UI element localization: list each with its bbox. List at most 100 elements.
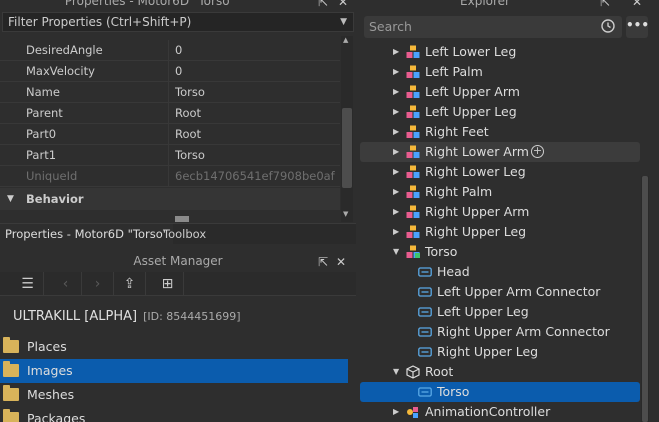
scrollbar-thumb[interactable] [342, 108, 352, 188]
asset-folder-images[interactable]: Images [0, 359, 348, 383]
tree-row-left-lower-leg[interactable]: ▶ Left Lower Leg [360, 42, 640, 62]
tree-row-right-lower-arm[interactable]: ▶ Right Lower Arm + [360, 142, 640, 162]
expand-arrow-icon[interactable]: ▶ [393, 222, 399, 242]
expand-arrow-icon[interactable]: ▶ [393, 402, 399, 422]
tree-row-left-upper-arm-connector[interactable]: Left Upper Arm Connector [360, 282, 640, 302]
properties-panel-title: Properties - Motor6D "Torso" [64, 0, 236, 8]
tree-row-right-feet[interactable]: ▶ Right Feet [360, 122, 640, 142]
part-joint-icon [406, 245, 420, 259]
tree-row-left-upper-arm[interactable]: ▶ Left Upper Arm [360, 82, 640, 102]
tree-row-right-lower-leg[interactable]: ▶ Right Lower Leg [360, 162, 640, 182]
tree-row-label: Left Upper Leg [425, 104, 517, 119]
explorer-scrollbar[interactable] [641, 176, 649, 422]
tree-row-label: Right Lower Arm [425, 144, 529, 159]
forward-icon[interactable]: › [82, 272, 114, 296]
checkbox-partial[interactable] [175, 216, 189, 222]
property-row[interactable]: DesiredAngle 0 [0, 40, 340, 61]
close-icon[interactable]: ✕ [338, 0, 348, 8]
property-row[interactable]: MaxVelocity 0 [0, 61, 340, 82]
tree-row-animationcontroller[interactable]: ▶ AnimationController [360, 402, 640, 422]
property-row[interactable]: UniqueId 6ecb14706541ef7908be0af80... [0, 166, 340, 187]
expand-arrow-icon[interactable]: ▶ [393, 202, 399, 222]
asset-folder-meshes[interactable]: Meshes [0, 383, 348, 407]
undock-icon[interactable]: ⇱ [600, 0, 610, 8]
tree-row-left-palm[interactable]: ▶ Left Palm [360, 62, 640, 82]
tree-row-label: Right Palm [425, 184, 493, 199]
expand-arrow-icon[interactable]: ▶ [393, 142, 399, 162]
collapse-arrow-icon[interactable]: ▼ [393, 242, 399, 262]
close-icon[interactable]: ✕ [336, 256, 346, 268]
property-value[interactable]: Torso [175, 82, 335, 102]
expand-arrow-icon[interactable]: ▶ [393, 122, 399, 142]
game-id: [ID: 8544451699] [143, 310, 241, 323]
collapse-arrow-icon[interactable]: ▼ [7, 188, 14, 210]
panel-tabs: Properties - Motor6D "Torso" Toolbox [0, 223, 356, 245]
tree-row-torso[interactable]: ▼ Torso [360, 242, 640, 262]
behavior-section-header[interactable]: ▼ Behavior [0, 188, 340, 210]
folder-icon [3, 337, 19, 353]
scroll-up-icon[interactable]: ▲ [343, 36, 348, 44]
column-divider [168, 103, 169, 124]
folder-icon [3, 385, 19, 401]
upload-icon[interactable]: ⇪ [114, 272, 146, 296]
explorer-search-input[interactable]: Search [364, 16, 622, 38]
tree-row-right-upper-arm[interactable]: ▶ Right Upper Arm [360, 202, 640, 222]
motor6d-icon [418, 345, 432, 359]
add-object-icon[interactable]: + [531, 145, 544, 158]
chevron-down-icon[interactable]: ▼ [340, 13, 347, 31]
tree-row-right-upper-leg[interactable]: ▶ Right Upper Leg [360, 222, 640, 242]
expand-arrow-icon[interactable]: ▶ [393, 162, 399, 182]
property-name: DesiredAngle [26, 43, 103, 57]
tree-row-label: Root [425, 364, 454, 379]
expand-arrow-icon[interactable]: ▶ [393, 82, 399, 102]
asset-folder-places[interactable]: Places [0, 335, 348, 359]
tree-row-head[interactable]: Head [360, 262, 640, 282]
part-icon [406, 45, 420, 59]
history-icon[interactable] [600, 18, 616, 34]
property-row[interactable]: Part1 Torso [0, 145, 340, 166]
tree-row-root[interactable]: ▼ Root [360, 362, 640, 382]
expand-arrow-icon[interactable]: ▶ [393, 42, 399, 62]
model-icon [406, 365, 420, 379]
property-value[interactable]: 0 [175, 40, 335, 60]
property-row[interactable]: Name Torso [0, 82, 340, 103]
more-options-button[interactable]: ••• [626, 16, 649, 38]
filter-properties-input[interactable]: Filter Properties (Ctrl+Shift+P) ▼ [2, 12, 354, 32]
tab-properties[interactable]: Properties - Motor6D "Torso" [0, 224, 174, 245]
menu-icon[interactable]: ☰ [12, 272, 44, 296]
expand-arrow-icon[interactable]: ▶ [393, 102, 399, 122]
motor6d-icon [418, 285, 432, 299]
undock-icon[interactable]: ⇱ [318, 0, 328, 8]
tree-row-right-upper-leg[interactable]: Right Upper Leg [360, 342, 640, 362]
search-placeholder: Search [369, 19, 412, 34]
undock-icon[interactable]: ⇱ [318, 256, 328, 268]
tab-toolbox[interactable]: Toolbox [158, 224, 211, 245]
folder-icon [3, 361, 19, 377]
property-row[interactable]: Part0 Root [0, 124, 340, 145]
property-row[interactable]: Parent Root [0, 103, 340, 124]
asset-manager-panel: Asset Manager ⇱ ✕ ☰ ‹ › ⇪ ⊞ ULTRAKILL [A… [0, 250, 356, 422]
part-icon [406, 165, 420, 179]
tree-row-left-upper-leg[interactable]: ▶ Left Upper Leg [360, 102, 640, 122]
collapse-arrow-icon[interactable]: ▼ [393, 362, 399, 382]
tree-row-left-upper-leg[interactable]: Left Upper Leg [360, 302, 640, 322]
tree-row-torso[interactable]: Torso [360, 382, 640, 402]
asset-folder-packages[interactable]: Packages [0, 407, 348, 422]
expand-arrow-icon[interactable]: ▶ [393, 62, 399, 82]
asset-folder-label: Packages [27, 411, 86, 422]
expand-arrow-icon[interactable]: ▶ [393, 182, 399, 202]
grid-view-icon[interactable]: ⊞ [152, 272, 184, 296]
property-value[interactable]: Root [175, 124, 335, 144]
game-name: ULTRAKILL [ALPHA] [13, 309, 138, 324]
property-value[interactable]: Root [175, 103, 335, 123]
tree-row-right-palm[interactable]: ▶ Right Palm [360, 182, 640, 202]
close-icon[interactable]: ✕ [632, 0, 642, 8]
scroll-down-icon[interactable]: ▼ [343, 210, 348, 218]
property-value[interactable]: Torso [175, 145, 335, 165]
back-icon[interactable]: ‹ [50, 272, 82, 296]
scrollbar-thumb[interactable] [642, 176, 648, 422]
property-value[interactable]: 0 [175, 61, 335, 81]
properties-scrollbar[interactable]: ▲ ▼ [341, 36, 353, 222]
tree-row-label: Right Upper Leg [425, 224, 527, 239]
tree-row-right-upper-arm-connector[interactable]: Right Upper Arm Connector [360, 322, 640, 342]
